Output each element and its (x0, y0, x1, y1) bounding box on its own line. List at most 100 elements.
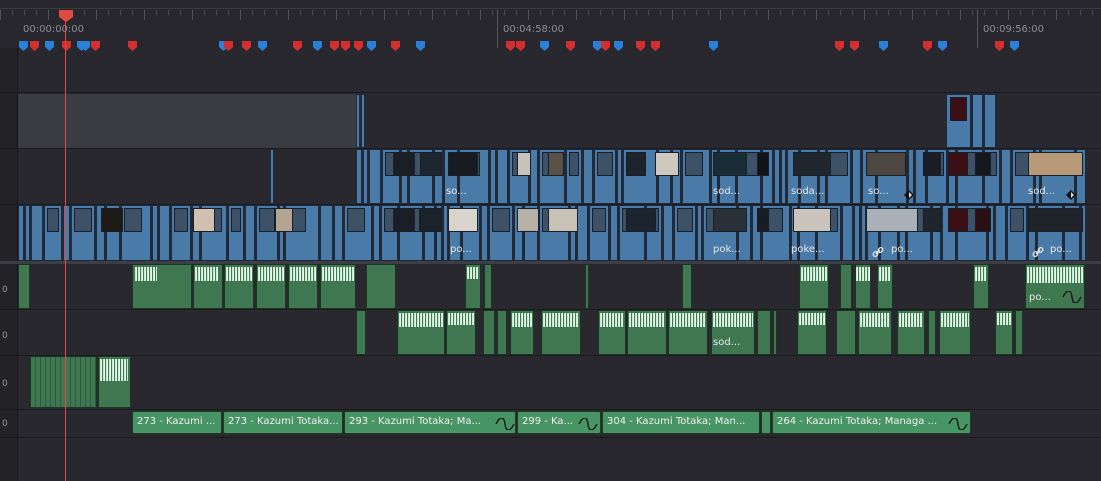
video-clip[interactable] (489, 205, 513, 261)
video-clip[interactable] (497, 149, 508, 204)
video-clip[interactable] (530, 149, 538, 204)
red-marker-icon[interactable] (391, 36, 400, 51)
video-clip[interactable] (373, 205, 380, 261)
video-clip[interactable] (972, 94, 983, 148)
red-marker-icon[interactable] (62, 36, 71, 51)
red-marker-icon[interactable] (651, 36, 660, 51)
blue-marker-icon[interactable] (416, 36, 425, 51)
video-clip[interactable] (617, 149, 622, 204)
red-marker-icon[interactable] (91, 36, 100, 51)
blue-marker-icon[interactable] (81, 36, 90, 51)
video-clip[interactable] (228, 205, 244, 261)
blue-marker-icon[interactable] (45, 36, 54, 51)
audio-clip[interactable] (484, 264, 492, 309)
audio-clip[interactable] (840, 264, 852, 309)
red-marker-icon[interactable] (354, 36, 363, 51)
video-clip[interactable] (946, 94, 971, 148)
audio-clip[interactable] (18, 264, 30, 309)
keyframe-diamond-icon[interactable] (904, 185, 914, 200)
video-clip[interactable] (1007, 205, 1027, 261)
video-clip[interactable] (481, 205, 488, 261)
video-clip[interactable] (594, 149, 616, 204)
blue-marker-icon[interactable] (313, 36, 322, 51)
blue-marker-icon[interactable] (19, 36, 28, 51)
music-clip[interactable]: 293 - Kazumi Totaka; Ma... (344, 411, 516, 434)
red-marker-icon[interactable] (923, 36, 932, 51)
audio-clip[interactable] (773, 310, 777, 355)
red-marker-icon[interactable] (242, 36, 251, 51)
audio-clip[interactable] (757, 310, 771, 355)
blue-marker-icon[interactable] (367, 36, 376, 51)
video-clip[interactable] (18, 205, 24, 261)
video-clip[interactable] (171, 205, 191, 261)
video-clip[interactable] (31, 205, 43, 261)
video-clip[interactable] (344, 205, 372, 261)
video-clip[interactable] (610, 205, 618, 261)
audio-clip[interactable] (497, 310, 507, 355)
blue-marker-icon[interactable] (879, 36, 888, 51)
timecode-ruler[interactable]: 00:00:00:00 00:04:58:00 00:09:56:00 (0, 0, 1101, 51)
red-marker-icon[interactable] (128, 36, 137, 51)
video-clip[interactable] (984, 94, 996, 148)
video-clip[interactable] (356, 94, 360, 148)
red-marker-icon[interactable] (293, 36, 302, 51)
video-clip[interactable] (270, 149, 274, 204)
playhead-handle[interactable] (58, 8, 74, 22)
red-marker-icon[interactable] (30, 36, 39, 51)
video-clip[interactable] (577, 205, 588, 261)
keyframe-diamond-icon[interactable] (1066, 185, 1076, 200)
video-clip[interactable] (363, 149, 368, 204)
audio-clip[interactable] (1015, 310, 1023, 355)
audio-clip[interactable] (928, 310, 936, 355)
music-clip[interactable]: 273 - Kazumi Totaka... (223, 411, 343, 434)
video-clip[interactable] (245, 205, 255, 261)
blue-marker-icon[interactable] (258, 36, 267, 51)
red-marker-icon[interactable] (850, 36, 859, 51)
audio-clip[interactable] (98, 356, 131, 408)
video-clip[interactable] (320, 205, 333, 261)
video-clip[interactable] (566, 149, 582, 204)
video-clip[interactable] (1001, 149, 1011, 204)
video-clip[interactable] (774, 149, 780, 204)
video-clip[interactable] (71, 205, 95, 261)
video-clip[interactable] (356, 149, 362, 204)
red-marker-icon[interactable] (601, 36, 610, 51)
red-marker-icon[interactable] (566, 36, 575, 51)
blue-marker-icon[interactable] (540, 36, 549, 51)
video-clip[interactable] (781, 149, 786, 204)
video-clip[interactable] (334, 205, 343, 261)
video-clip[interactable] (152, 205, 158, 261)
video-clip[interactable] (589, 205, 609, 261)
audio-clip[interactable] (366, 264, 396, 309)
red-marker-icon[interactable] (516, 36, 525, 51)
video-clip[interactable] (842, 205, 853, 261)
audio-clip[interactable] (483, 310, 495, 355)
red-marker-icon[interactable] (224, 36, 233, 51)
red-marker-icon[interactable] (330, 36, 339, 51)
blue-marker-icon[interactable] (1010, 36, 1019, 51)
video-clip[interactable] (663, 205, 673, 261)
video-clip[interactable] (674, 205, 696, 261)
video-clip[interactable] (490, 149, 496, 204)
video-clip[interactable] (159, 205, 170, 261)
video-clip[interactable] (852, 149, 861, 204)
audio-clip[interactable] (836, 310, 856, 355)
music-clip[interactable]: 273 - Kazumi ... (132, 411, 222, 434)
video-clip[interactable] (854, 205, 860, 261)
red-marker-icon[interactable] (506, 36, 515, 51)
blue-marker-icon[interactable] (614, 36, 623, 51)
video-clip[interactable] (361, 94, 365, 148)
video-clip[interactable] (697, 205, 702, 261)
music-clip[interactable]: 304 - Kazumi Totaka; Man... (602, 411, 760, 434)
red-marker-icon[interactable] (995, 36, 1004, 51)
red-marker-icon[interactable] (341, 36, 350, 51)
video-clip[interactable] (995, 205, 1006, 261)
blue-marker-icon[interactable] (709, 36, 718, 51)
music-clip[interactable] (761, 411, 771, 434)
red-marker-icon[interactable] (636, 36, 645, 51)
video-clip[interactable] (44, 205, 62, 261)
audio-clip[interactable] (585, 264, 589, 309)
video-clip[interactable] (682, 149, 710, 204)
red-marker-icon[interactable] (835, 36, 844, 51)
audio-clip[interactable] (30, 356, 97, 408)
